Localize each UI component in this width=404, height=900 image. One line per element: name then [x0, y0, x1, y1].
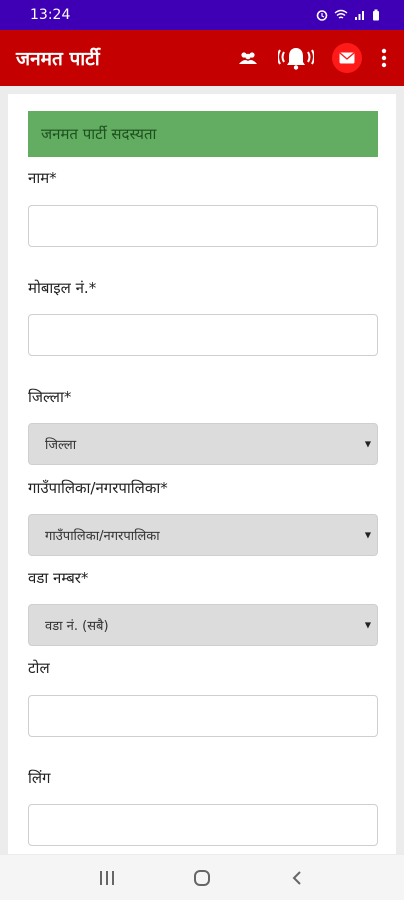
wifi-icon — [334, 9, 348, 19]
mobile-input[interactable] — [28, 314, 378, 356]
tol-label: टोल — [28, 659, 50, 677]
dropdown-caret-icon: ▼ — [364, 439, 371, 449]
back-icon[interactable] — [277, 858, 317, 898]
alarm-icon — [316, 10, 328, 21]
district-select[interactable]: जिल्ला ▼ — [28, 423, 378, 465]
gender-input[interactable] — [28, 804, 378, 846]
group-icon[interactable] — [230, 40, 266, 76]
ward-select[interactable]: वडा नं. (सबै) ▼ — [28, 604, 378, 646]
notification-bell-icon[interactable] — [278, 40, 314, 76]
district-select-value: जिल्ला — [45, 438, 77, 453]
status-icons — [316, 9, 380, 21]
dropdown-caret-icon: ▼ — [364, 530, 371, 540]
more-vert-icon[interactable] — [374, 40, 394, 76]
dropdown-caret-icon: ▼ — [364, 620, 371, 630]
municipality-select[interactable]: गाउँपालिका/नगरपालिका ▼ — [28, 514, 378, 556]
signal-icon — [355, 11, 364, 20]
name-label: नाम* — [28, 169, 57, 187]
name-input[interactable] — [28, 205, 378, 247]
mail-icon[interactable] — [332, 43, 362, 73]
home-icon[interactable] — [182, 858, 222, 898]
system-nav-bar — [0, 855, 404, 900]
app-title: जनमत पार्टी — [16, 48, 100, 70]
status-time: 13:24 — [30, 7, 71, 23]
ward-label: वडा नम्बर* — [28, 569, 89, 587]
ward-select-value: वडा नं. (सबै) — [45, 619, 109, 634]
form-title-banner: जनमत पार्टी सदस्यता — [28, 111, 378, 157]
district-label: जिल्ला* — [28, 388, 72, 406]
municipality-select-value: गाउँपालिका/नगरपालिका — [45, 529, 160, 544]
app-actions — [218, 40, 404, 76]
status-bar: 13:24 — [0, 0, 404, 30]
tol-input[interactable] — [28, 695, 378, 737]
form-card: जनमत पार्टी सदस्यता नाम* मोबाइल नं.* जिल… — [8, 94, 396, 854]
municipality-label: गाउँपालिका/नगरपालिका* — [28, 479, 168, 497]
recents-icon[interactable] — [87, 858, 127, 898]
gender-label: लिंग — [28, 769, 51, 787]
mobile-label: मोबाइल नं.* — [28, 279, 97, 297]
battery-icon — [373, 9, 379, 21]
app-bar: जनमत पार्टी — [0, 30, 404, 86]
